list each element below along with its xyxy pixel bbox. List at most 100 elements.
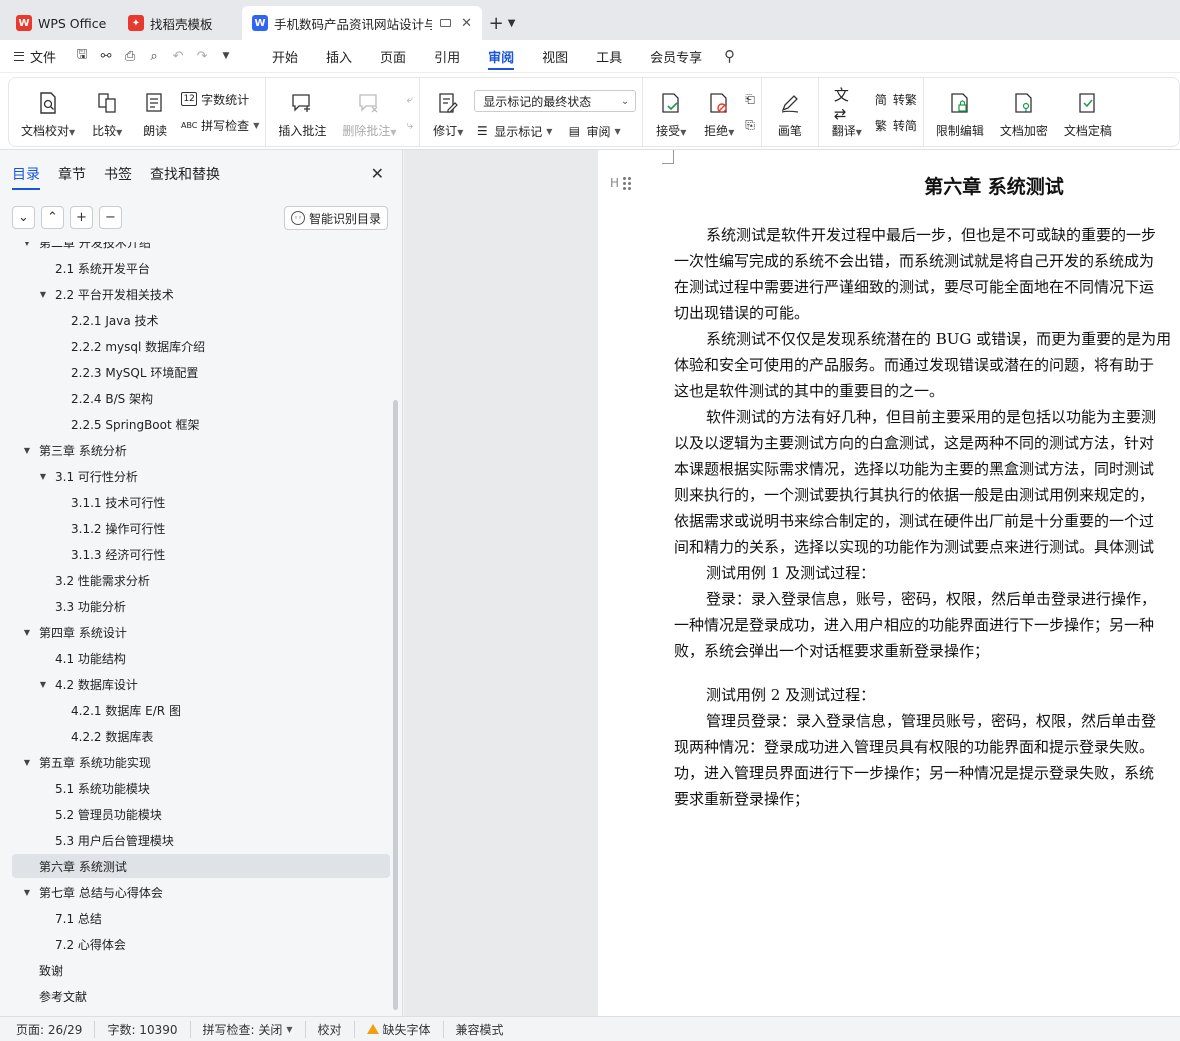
- toc-item[interactable]: ▼ 2.2 平台开发相关技术: [12, 282, 390, 306]
- print-preview-icon[interactable]: ⌕: [146, 48, 162, 64]
- previous-change-icon[interactable]: ⎗: [745, 90, 755, 108]
- doc-check-button[interactable]: 文档校对▼: [15, 84, 81, 139]
- insert-comment-button[interactable]: 插入批注: [272, 84, 332, 139]
- toc-item[interactable]: 5.1 系统功能模块: [12, 776, 390, 800]
- drag-handle-icon[interactable]: [623, 176, 632, 190]
- missing-font-indicator[interactable]: 缺失字体: [366, 1020, 444, 1038]
- monitor-icon[interactable]: [440, 19, 452, 27]
- page-indicator[interactable]: 页面: 26/29: [16, 1020, 96, 1038]
- toc-item[interactable]: 7.2 心得体会: [12, 932, 390, 956]
- collapse-all-button[interactable]: ⌃: [41, 206, 64, 229]
- spell-check-button[interactable]: ABC 拼写检查 ▼: [181, 116, 259, 134]
- menu-member[interactable]: 会员专享: [636, 40, 716, 72]
- new-tab-button[interactable]: + ▼: [482, 6, 522, 40]
- toc-item[interactable]: 2.2.4 B/S 架构: [12, 386, 390, 410]
- toc-item[interactable]: 3.1.1 技术可行性: [12, 490, 390, 514]
- expand-all-button[interactable]: ⌄: [12, 206, 35, 229]
- toc-item[interactable]: 3.1.3 经济可行性: [12, 542, 390, 566]
- tab-template[interactable]: ✦ 找稻壳模板: [118, 6, 242, 40]
- expand-triangle-icon[interactable]: ▼: [22, 446, 32, 455]
- read-aloud-button[interactable]: 朗读: [133, 84, 177, 139]
- toc-item[interactable]: 第六章 系统测试: [12, 854, 390, 878]
- accept-button[interactable]: 接受▼: [649, 84, 693, 139]
- nav-tab-sections[interactable]: 章节: [58, 164, 86, 190]
- more-chevron-icon[interactable]: ▼: [218, 48, 234, 64]
- delete-comment-button[interactable]: 删除批注▼: [336, 84, 402, 139]
- close-icon[interactable]: ✕: [461, 16, 472, 31]
- add-heading-button[interactable]: +: [70, 206, 93, 229]
- toc-item[interactable]: 3.3 功能分析: [12, 594, 390, 618]
- tab-wps-office[interactable]: W WPS Office: [6, 6, 118, 40]
- toc-item[interactable]: ▼ 第七章 总结与心得体会: [12, 880, 390, 904]
- print-icon[interactable]: ⎙: [122, 48, 138, 64]
- toc-item[interactable]: 致谢: [12, 958, 390, 982]
- expand-triangle-icon[interactable]: ▼: [22, 758, 32, 767]
- nav-tab-bookmarks[interactable]: 书签: [104, 164, 132, 190]
- reject-button[interactable]: 拒绝▼: [697, 84, 741, 139]
- word-count-indicator[interactable]: 字数: 10390: [107, 1020, 191, 1038]
- expand-triangle-icon[interactable]: ▼: [38, 290, 48, 299]
- document-page[interactable]: H 第六章 系统测试 系统测试是软件开发过程中最后一步，但也是不可或缺的重要的一…: [598, 150, 1180, 1016]
- to-simplified-button[interactable]: 繁 转简: [873, 116, 917, 134]
- expand-triangle-icon[interactable]: ▼: [38, 680, 48, 689]
- undo-icon[interactable]: ↶: [170, 48, 186, 64]
- toc-item[interactable]: ▼ 3.1 可行性分析: [12, 464, 390, 488]
- menu-reference[interactable]: 引用: [420, 40, 474, 72]
- toc-item[interactable]: 3.2 性能需求分析: [12, 568, 390, 592]
- toc-item[interactable]: 4.1 功能结构: [12, 646, 390, 670]
- heading-marker[interactable]: H: [610, 176, 632, 190]
- compare-button[interactable]: 比较▼: [85, 84, 129, 139]
- expand-triangle-icon[interactable]: ▼: [38, 472, 48, 481]
- toc-item[interactable]: 7.1 总结: [12, 906, 390, 930]
- expand-triangle-icon[interactable]: ▼: [22, 242, 32, 247]
- next-comment-icon[interactable]: ⤷: [407, 116, 414, 134]
- save-icon[interactable]: 🖫: [74, 47, 90, 64]
- proofread-button[interactable]: 校对: [318, 1020, 355, 1038]
- toc-item[interactable]: ▼ 4.2 数据库设计: [12, 672, 390, 696]
- nav-tab-find-replace[interactable]: 查找和替换: [150, 164, 220, 190]
- spell-check-toggle[interactable]: 拼写检查: 关闭 ▼: [203, 1020, 306, 1038]
- next-change-icon[interactable]: ⎘: [745, 116, 755, 134]
- remove-heading-button[interactable]: −: [99, 206, 122, 229]
- smart-toc-button[interactable]: ◦◦ 智能识别目录: [283, 206, 388, 230]
- share-icon[interactable]: ⚯: [98, 48, 114, 64]
- toc-item[interactable]: 2.2.1 Java 技术: [12, 308, 390, 332]
- expand-triangle-icon[interactable]: ▼: [22, 888, 32, 897]
- menu-page[interactable]: 页面: [366, 40, 420, 72]
- nav-tab-toc[interactable]: 目录: [12, 164, 40, 190]
- to-traditional-button[interactable]: 简 转繁: [873, 90, 917, 108]
- toc-item[interactable]: 2.2.2 mysql 数据库介绍: [12, 334, 390, 358]
- toc-item[interactable]: 5.3 用户后台管理模块: [12, 828, 390, 852]
- toc-scrollbar[interactable]: [393, 400, 398, 1010]
- previous-comment-icon[interactable]: ⤶: [407, 90, 414, 108]
- toc-item[interactable]: 2.1 系统开发平台: [12, 256, 390, 280]
- toc-item[interactable]: 4.2.2 数据库表: [12, 724, 390, 748]
- review-pane-button[interactable]: ▤ 审阅 ▼: [566, 122, 621, 140]
- tab-current-document[interactable]: W 手机数码产品资讯网站设计与实 ✕: [242, 6, 482, 40]
- menu-tools[interactable]: 工具: [582, 40, 636, 72]
- toc-item[interactable]: ▼ 第四章 系统设计: [12, 620, 390, 644]
- translate-button[interactable]: 文⇄ 翻译▼: [825, 84, 869, 139]
- toc-item[interactable]: ▼ 第三章 系统分析: [12, 438, 390, 462]
- menu-view[interactable]: 视图: [528, 40, 582, 72]
- ink-button[interactable]: 画笔: [768, 84, 812, 139]
- show-markup-button[interactable]: ☰ 显示标记 ▼: [474, 122, 553, 140]
- toc-item[interactable]: ▼ 第二章 开发技术介绍: [12, 242, 390, 254]
- track-changes-button[interactable]: 修订▼: [426, 84, 470, 139]
- toc-item[interactable]: 5.2 管理员功能模块: [12, 802, 390, 826]
- restrict-editing-button[interactable]: 限制编辑: [930, 84, 990, 139]
- toc-item[interactable]: 3.1.2 操作可行性: [12, 516, 390, 540]
- menu-insert[interactable]: 插入: [312, 40, 366, 72]
- word-count-button[interactable]: 12 字数统计: [181, 90, 259, 108]
- toc-item[interactable]: 2.2.3 MySQL 环境配置: [12, 360, 390, 384]
- search-icon[interactable]: ⚲: [724, 47, 735, 65]
- markup-state-select[interactable]: 显示标记的最终状态 ⌄: [474, 90, 637, 112]
- finalize-button[interactable]: 文档定稿: [1058, 84, 1112, 139]
- toc-item[interactable]: 参考文献: [12, 984, 390, 1008]
- redo-icon[interactable]: ↷: [194, 48, 210, 64]
- encrypt-button[interactable]: 文档加密: [994, 84, 1054, 139]
- file-menu-button[interactable]: 文件: [14, 47, 56, 66]
- menu-start[interactable]: 开始: [258, 40, 312, 72]
- menu-review[interactable]: 审阅: [474, 40, 528, 72]
- close-icon[interactable]: ✕: [371, 164, 384, 183]
